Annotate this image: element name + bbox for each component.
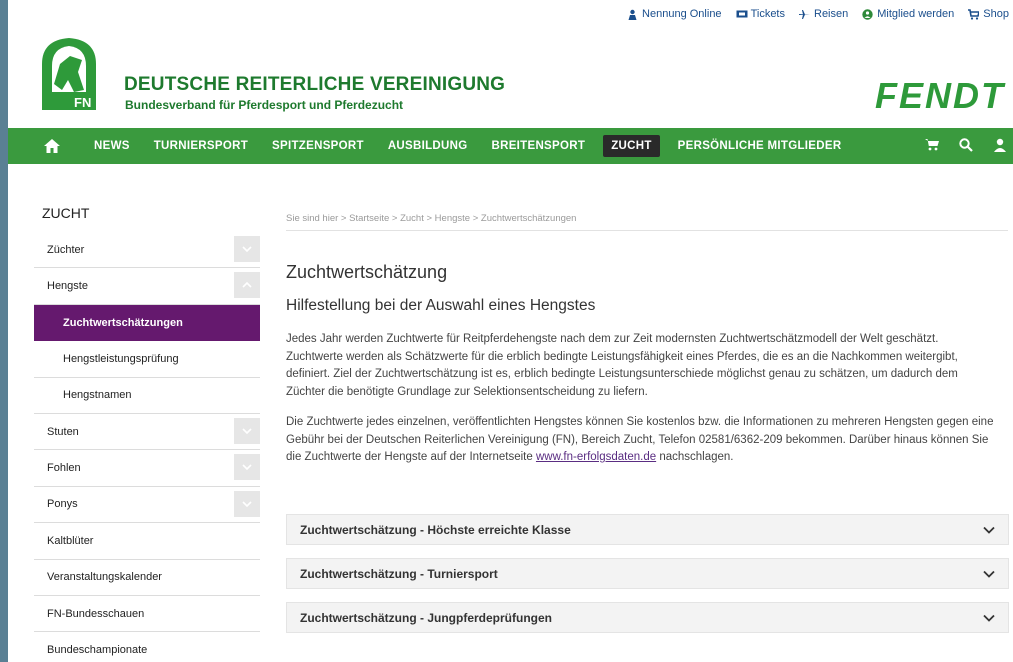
nav-news[interactable]: NEWS (82, 134, 142, 158)
utility-label: Shop (983, 8, 1009, 20)
org-title: DEUTSCHE REITERLICHE VEREINIGUNG (124, 74, 506, 95)
main-nav: NEWS TURNIERSPORT SPITZENSPORT AUSBILDUN… (8, 128, 1013, 164)
utility-label: Reisen (814, 8, 849, 20)
nav-spitzensport[interactable]: SPITZENSPORT (260, 134, 376, 158)
nav-zucht[interactable]: ZUCHT (603, 135, 660, 157)
breadcrumb: Sie sind hier > Startseite > Zucht > Hen… (286, 213, 577, 224)
chevron-down-icon[interactable] (234, 490, 260, 517)
sidebar-item-label: Fohlen (47, 462, 81, 475)
chevron-down-icon[interactable] (982, 611, 996, 625)
sidebar-title: ZUCHT (42, 205, 90, 221)
breadcrumb-item[interactable]: Startseite (349, 213, 389, 224)
logo-text: FN (74, 95, 91, 110)
sidebar-item-label: FN-Bundesschauen (47, 607, 145, 620)
utility-label: Mitglied werden (877, 8, 955, 20)
cart-icon (968, 8, 981, 20)
breadcrumb-prefix: Sie sind hier (286, 213, 339, 224)
cart-icon[interactable] (925, 138, 939, 155)
utility-nennung-online[interactable]: Nennung Online (627, 8, 722, 20)
info-paragraph: Die Zuchtwerte jedes einzelnen, veröffen… (286, 416, 994, 463)
sponsor-text: FENDT (875, 78, 1006, 112)
sidebar-item-fn-bundesschauen[interactable]: FN-Bundesschauen (34, 595, 260, 633)
fn-logo[interactable]: FN (34, 34, 104, 112)
chevron-up-icon[interactable] (234, 272, 260, 299)
sidebar-item-veranstaltungskalender[interactable]: Veranstaltungskalender (34, 559, 260, 596)
sidebar-item-zuchtwertschaetzungen[interactable]: Zuchtwertschätzungen (34, 304, 260, 342)
sponsor-logo[interactable]: FENDT (817, 75, 1007, 116)
member-icon (862, 8, 873, 20)
nav-icons (925, 137, 1013, 155)
breadcrumb-item: Zuchtwertschätzungen (480, 213, 577, 224)
user-icon[interactable] (993, 138, 1007, 155)
accordion-label: Zuchtwertschätzung - Turniersport (300, 566, 498, 581)
erfolgsdaten-link[interactable]: www.fn-erfolgsdaten.de (536, 451, 656, 463)
search-icon[interactable] (959, 137, 973, 155)
sidebar: Züchter Hengste Zuchtwertschätzungen Hen… (34, 232, 260, 662)
ticket-icon (736, 9, 748, 20)
page-subtitle: Hilfestellung bei der Auswahl eines Heng… (286, 297, 596, 314)
utility-bar: Nennung Online Tickets Reisen Mitglied w… (627, 8, 1009, 20)
nav-turniersport[interactable]: TURNIERSPORT (142, 134, 260, 158)
accordion-label: Zuchtwertschätzung - Höchste erreichte K… (300, 522, 571, 537)
utility-tickets[interactable]: Tickets (736, 8, 785, 20)
person-badge-icon (627, 9, 638, 20)
utility-shop[interactable]: Shop (968, 8, 1009, 20)
breadcrumb-item[interactable]: Zucht (400, 213, 424, 224)
accordion-hoechste-klasse[interactable]: Zuchtwertschätzung - Höchste erreichte K… (286, 514, 1009, 545)
sidebar-item-hengstnamen[interactable]: Hengstnamen (34, 377, 260, 414)
sidebar-item-fohlen[interactable]: Fohlen (34, 450, 260, 487)
sidebar-item-stuten[interactable]: Stuten (34, 413, 260, 451)
accordion-jungpferdepruefungen[interactable]: Zuchtwertschätzung - Jungpferdeprüfungen (286, 602, 1009, 633)
sidebar-item-label: Hengstnamen (63, 389, 132, 402)
sidebar-item-label: Veranstaltungskalender (47, 571, 162, 584)
accordion-turniersport[interactable]: Zuchtwertschätzung - Turniersport (286, 558, 1009, 589)
sidebar-item-label: Stuten (47, 425, 79, 438)
utility-mitglied-werden[interactable]: Mitglied werden (862, 8, 954, 20)
chevron-down-icon[interactable] (234, 454, 260, 481)
home-icon[interactable] (44, 138, 60, 154)
sidebar-item-label: Kaltblüter (47, 534, 94, 547)
chevron-down-icon[interactable] (234, 417, 260, 444)
sidebar-item-label: Zuchtwertschätzungen (63, 316, 183, 329)
chevron-down-icon[interactable] (982, 523, 996, 537)
nav-ausbildung[interactable]: AUSBILDUNG (376, 134, 480, 158)
page-title: Zuchtwertschätzung (286, 262, 448, 282)
chevron-down-icon[interactable] (234, 236, 260, 262)
sidebar-item-bundeschampionate[interactable]: Bundeschampionate (34, 632, 260, 662)
chevron-down-icon[interactable] (982, 567, 996, 581)
accordion-label: Zuchtwertschätzung - Jungpferdeprüfungen (300, 610, 552, 625)
plane-icon (799, 9, 810, 20)
sidebar-item-label: Hengstleistungsprüfung (63, 352, 179, 365)
utility-label: Nennung Online (642, 8, 722, 20)
utility-reisen[interactable]: Reisen (799, 8, 848, 20)
sidebar-item-label: Bundeschampionate (47, 643, 148, 656)
nav-persoenliche-mitglieder[interactable]: PERSÖNLICHE MITGLIEDER (666, 134, 854, 158)
page-frame: Nennung Online Tickets Reisen Mitglied w… (8, 0, 1013, 662)
sidebar-item-label: Züchter (47, 243, 85, 256)
sidebar-item-hengste[interactable]: Hengste (34, 268, 260, 305)
sidebar-item-label: Hengste (47, 280, 88, 293)
sidebar-item-ponys[interactable]: Ponys (34, 486, 260, 524)
breadcrumb-item[interactable]: Hengste (435, 213, 470, 224)
sidebar-item-hengstleistungspruefung[interactable]: Hengstleistungsprüfung (34, 341, 260, 378)
utility-label: Tickets (750, 8, 785, 20)
sidebar-item-zuechter[interactable]: Züchter (34, 232, 260, 269)
org-subtitle: Bundesverband für Pferdesport und Pferde… (125, 98, 404, 112)
nav-breitensport[interactable]: BREITENSPORT (479, 134, 597, 158)
divider (286, 230, 1008, 231)
sidebar-item-label: Ponys (47, 498, 78, 511)
intro-paragraph: Jedes Jahr werden Zuchtwerte für Reitpfe… (286, 333, 958, 398)
sidebar-item-kaltblueter[interactable]: Kaltblüter (34, 523, 260, 560)
